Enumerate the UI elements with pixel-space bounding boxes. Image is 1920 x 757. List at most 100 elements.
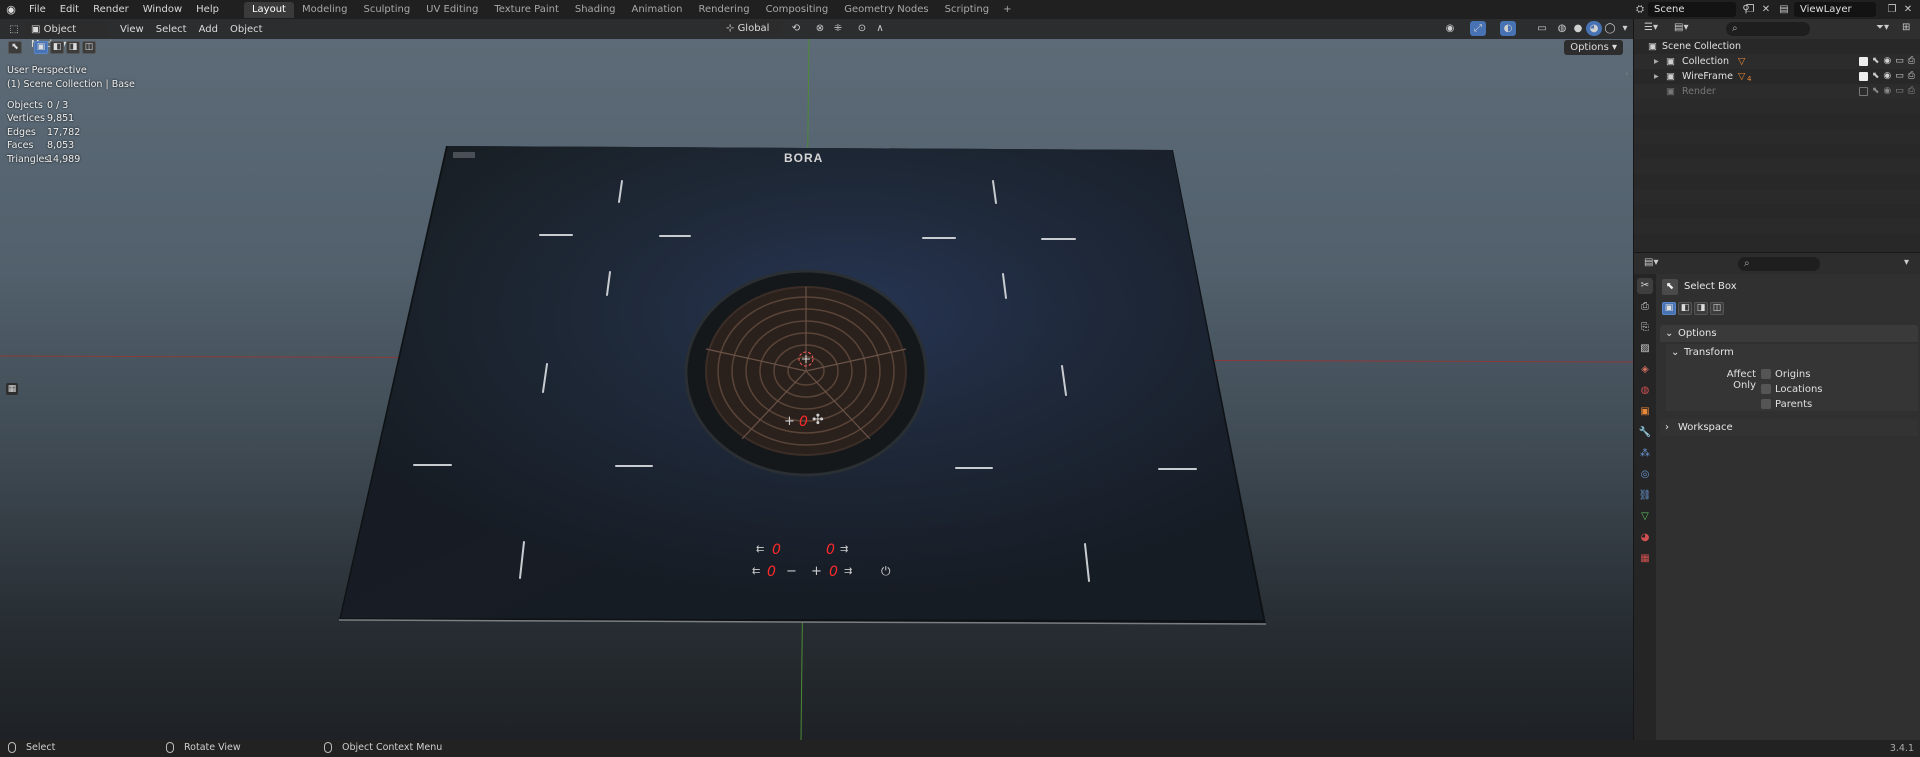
solid-shading-icon[interactable]: ●	[1570, 21, 1586, 36]
workspace-panel-header[interactable]: › Workspace	[1660, 419, 1918, 436]
scene-selector-icon[interactable]: ⛭	[1632, 2, 1648, 17]
rendered-shading-icon[interactable]: ◯	[1602, 21, 1618, 36]
tab-compositing[interactable]: Compositing	[758, 2, 837, 18]
parents-checkbox[interactable]: Parents	[1761, 398, 1812, 412]
material-shading-icon[interactable]: ◕	[1586, 21, 1602, 36]
delete-view-layer-icon[interactable]: ✕	[1900, 2, 1916, 17]
outliner-row-collection[interactable]: ▸ ▣ Collection ▽ ⬉ ◉ ▭ ⎙	[1634, 54, 1920, 69]
menu-edit[interactable]: Edit	[53, 0, 86, 19]
select-extend-icon[interactable]: ◧	[1678, 302, 1692, 315]
outliner[interactable]: ☰▾ ▤▾ ⌕ ⏷▾ ⊞ ▣ Scene Collection ▸ ▣ Coll…	[1634, 19, 1920, 252]
render-camera-icon[interactable]: ⎙	[1908, 54, 1915, 69]
selectable-icon[interactable]: ⬉	[1872, 84, 1880, 99]
properties-search-input[interactable]: ⌕	[1738, 257, 1820, 271]
shading-options-icon[interactable]: ▾	[1617, 21, 1633, 36]
render-tab-icon[interactable]: ⎙	[1637, 299, 1653, 315]
new-view-layer-icon[interactable]: ❐	[1884, 2, 1900, 17]
tab-layout[interactable]: Layout	[243, 1, 294, 18]
outliner-row-render[interactable]: ▣ Render ⬉ ◉ ▭ ⎙	[1634, 84, 1920, 99]
filter-icon[interactable]: ⏷▾	[1876, 22, 1889, 33]
viewport-monitor-icon[interactable]: ▭	[1895, 54, 1904, 69]
3d-viewport[interactable]: BORA + 0 ✣ ⇇ 0 0 ⇉ ⇇ 0 − + 0 ⇉ ⏻ ⬚ ▣ Obj…	[0, 19, 1633, 740]
select-tool-icon[interactable]: ⬉	[8, 41, 22, 54]
menu-file[interactable]: File	[22, 0, 53, 19]
exclude-checkbox[interactable]	[1858, 57, 1868, 66]
transform-orientation-dropdown[interactable]: ⊹ Global	[722, 21, 782, 36]
menu-add[interactable]: Add	[193, 22, 224, 37]
tab-geometry-nodes[interactable]: Geometry Nodes	[836, 2, 936, 18]
constraints-tab-icon[interactable]: ⛓	[1637, 488, 1653, 504]
menu-help[interactable]: Help	[189, 0, 226, 19]
output-tab-icon[interactable]: ⎘	[1637, 320, 1653, 336]
menu-view[interactable]: View	[114, 22, 150, 37]
object-mode-dropdown[interactable]: ▣ Object Mode ▾	[26, 21, 108, 50]
snap-target-icon[interactable]: ⁜	[830, 21, 846, 36]
eye-icon[interactable]: ◉	[1883, 84, 1891, 99]
exclude-checkbox[interactable]	[1858, 72, 1868, 81]
options-dropdown[interactable]: Options ▾	[1564, 40, 1623, 55]
menu-render[interactable]: Render	[86, 0, 136, 19]
blender-logo-icon[interactable]: ◉	[0, 0, 22, 19]
wireframe-shading-icon[interactable]: ◍	[1554, 21, 1570, 36]
tab-uv-editing[interactable]: UV Editing	[418, 2, 486, 18]
selectable-icon[interactable]: ⬉	[1872, 69, 1880, 84]
chevron-down-icon[interactable]: ▾	[1904, 257, 1909, 268]
add-workspace-button[interactable]: +	[997, 4, 1017, 15]
proportional-edit-icon[interactable]: ⊙	[854, 21, 870, 36]
visibility-icon[interactable]: ◉	[1442, 21, 1458, 36]
menu-window[interactable]: Window	[136, 0, 189, 19]
scene-tab-icon[interactable]: ◈	[1637, 362, 1653, 378]
view-layer-icon[interactable]: ▤	[1776, 2, 1792, 17]
sidebar-toggle-icon[interactable]: ‹	[1625, 69, 1633, 79]
render-camera-icon[interactable]: ⎙	[1908, 69, 1915, 84]
mesh-data-tab-icon[interactable]: ▽	[1637, 509, 1653, 525]
locations-checkbox[interactable]: Locations	[1761, 383, 1823, 397]
select-new-icon[interactable]: ▣	[34, 41, 48, 54]
pivot-icon[interactable]: ⟲	[788, 21, 804, 36]
tab-animation[interactable]: Animation	[624, 2, 691, 18]
new-scene-icon[interactable]: ❐	[1742, 2, 1758, 17]
outliner-row-scene-collection[interactable]: ▣ Scene Collection	[1634, 39, 1920, 54]
select-subtract-icon[interactable]: ◨	[1694, 302, 1708, 315]
tab-rendering[interactable]: Rendering	[690, 2, 757, 18]
toolbar-toggle-icon[interactable]: ▦	[6, 383, 18, 395]
eye-icon[interactable]: ◉	[1883, 69, 1891, 84]
object-tab-icon[interactable]: ▣	[1637, 404, 1653, 420]
falloff-icon[interactable]: ∧	[872, 21, 888, 36]
properties-editor[interactable]: ▤▾ ⌕ ▾ ✂ ⎙ ⎘ ▨ ◈ ◍ ▣ 🔧 ⁂ ◎ ⛓ ▽ ◕ ▦ ⬉ Sel…	[1634, 252, 1920, 740]
expand-arrow-icon[interactable]: ▸	[1654, 54, 1659, 69]
menu-object[interactable]: Object	[224, 22, 269, 37]
overlays-icon[interactable]: ◐	[1500, 21, 1516, 36]
display-mode-icon[interactable]: ▤▾	[1674, 22, 1688, 33]
view-layer-field[interactable]: ViewLayer	[1794, 2, 1876, 17]
origins-checkbox[interactable]: Origins	[1761, 368, 1810, 382]
select-intersect-icon[interactable]: ◫	[1710, 302, 1724, 315]
gizmo-icon[interactable]: ⤢	[1470, 21, 1486, 36]
delete-scene-icon[interactable]: ✕	[1758, 2, 1774, 17]
editor-type-icon[interactable]: ⬚	[6, 22, 22, 37]
new-collection-icon[interactable]: ⊞	[1902, 22, 1910, 33]
selectable-icon[interactable]: ⬉	[1872, 54, 1880, 69]
menu-select[interactable]: Select	[150, 22, 193, 37]
outliner-editor-icon[interactable]: ☰▾	[1644, 22, 1658, 33]
viewport-monitor-icon[interactable]: ▭	[1895, 84, 1904, 99]
tab-scripting[interactable]: Scripting	[937, 2, 997, 18]
material-tab-icon[interactable]: ◕	[1637, 530, 1653, 546]
expand-arrow-icon[interactable]: ▸	[1654, 69, 1659, 84]
particles-tab-icon[interactable]: ⁂	[1637, 446, 1653, 462]
world-tab-icon[interactable]: ◍	[1637, 383, 1653, 399]
view-layer-tab-icon[interactable]: ▨	[1637, 341, 1653, 357]
xray-icon[interactable]: ▭	[1534, 21, 1550, 36]
render-camera-icon[interactable]: ⎙	[1908, 84, 1915, 99]
outliner-search-input[interactable]: ⌕	[1726, 22, 1810, 36]
texture-tab-icon[interactable]: ▦	[1637, 551, 1653, 567]
tab-modeling[interactable]: Modeling	[294, 2, 356, 18]
select-intersect-icon[interactable]: ◫	[82, 41, 96, 54]
tab-shading[interactable]: Shading	[567, 2, 624, 18]
modifier-tab-icon[interactable]: 🔧	[1637, 425, 1653, 441]
transform-subpanel-header[interactable]: ⌄ Transform	[1666, 344, 1918, 361]
viewport-monitor-icon[interactable]: ▭	[1895, 69, 1904, 84]
eye-icon[interactable]: ◉	[1883, 54, 1891, 69]
scene-name-field[interactable]: Scene	[1648, 2, 1736, 17]
tool-tab-icon[interactable]: ✂	[1637, 278, 1653, 294]
